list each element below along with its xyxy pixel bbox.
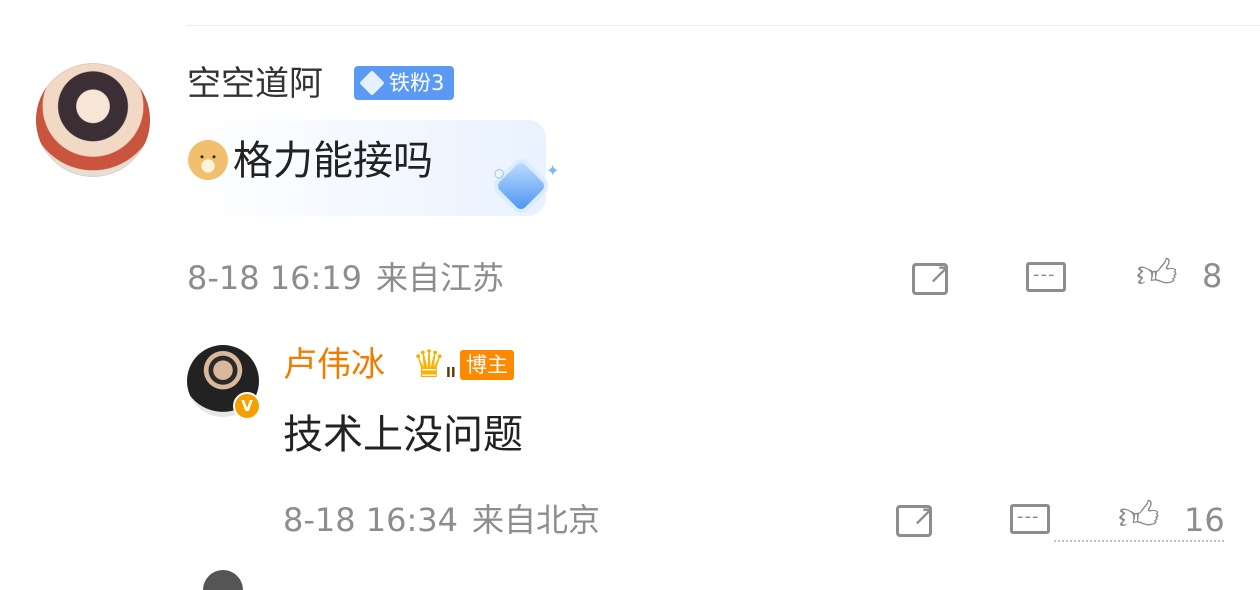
like-button[interactable]: 👍︎ 8 [1136,252,1230,300]
comment-button[interactable]: --- [1024,258,1068,298]
verified-badge-icon: V [233,392,261,420]
thumbs-up-icon: 👍︎ [1118,493,1160,539]
sparkle-icon: ✦ [546,161,560,180]
blogger-badge[interactable]: ♛ II 博主 [412,344,522,384]
fan-badge[interactable]: 铁粉3 [354,66,454,100]
user-avatar[interactable] [36,63,150,177]
comment-meta: 8-18 16:19 来自江苏 [187,258,504,298]
comment-text: 格力能接吗 [233,138,433,184]
share-arrow-icon: ↗ [912,499,936,532]
crown-level: II [446,366,456,381]
comment-username[interactable]: 空空道阿 [187,64,323,104]
reply-text: 技术上没问题 [283,412,523,458]
comment-location: 来自江苏 [376,259,505,297]
reply-comment-button[interactable]: --- [1008,500,1052,540]
diamond-icon [359,70,385,96]
fan-badge-label: 铁粉3 [389,71,445,95]
share-button[interactable]: ↗ [910,258,954,298]
sparkle-icon: ○ [494,166,505,180]
watermark [1054,540,1224,550]
like-count: 8 [1202,257,1223,295]
reply-timestamp: 8-18 16:34 [283,501,459,539]
reply-meta: 8-18 16:34 来自北京 [283,500,600,540]
share-arrow-icon: ↗ [928,257,952,290]
reply-location: 来自北京 [472,501,601,539]
thumbs-up-icon: 👍︎ [1136,251,1178,297]
blogger-label: 博主 [460,350,514,380]
next-avatar[interactable] [203,570,243,590]
doge-emoji-icon [188,140,228,180]
reply-like-button[interactable]: 👍︎ 16 [1118,494,1228,542]
reply-share-button[interactable]: ↗ [894,500,938,540]
reply-username[interactable]: 卢伟冰 [283,345,385,385]
comment-timestamp: 8-18 16:19 [187,259,363,297]
comment-dots-icon: --- [1033,264,1056,285]
reply-like-count: 16 [1184,501,1225,539]
comment-dots-icon: --- [1017,506,1040,527]
top-divider [186,25,1260,26]
